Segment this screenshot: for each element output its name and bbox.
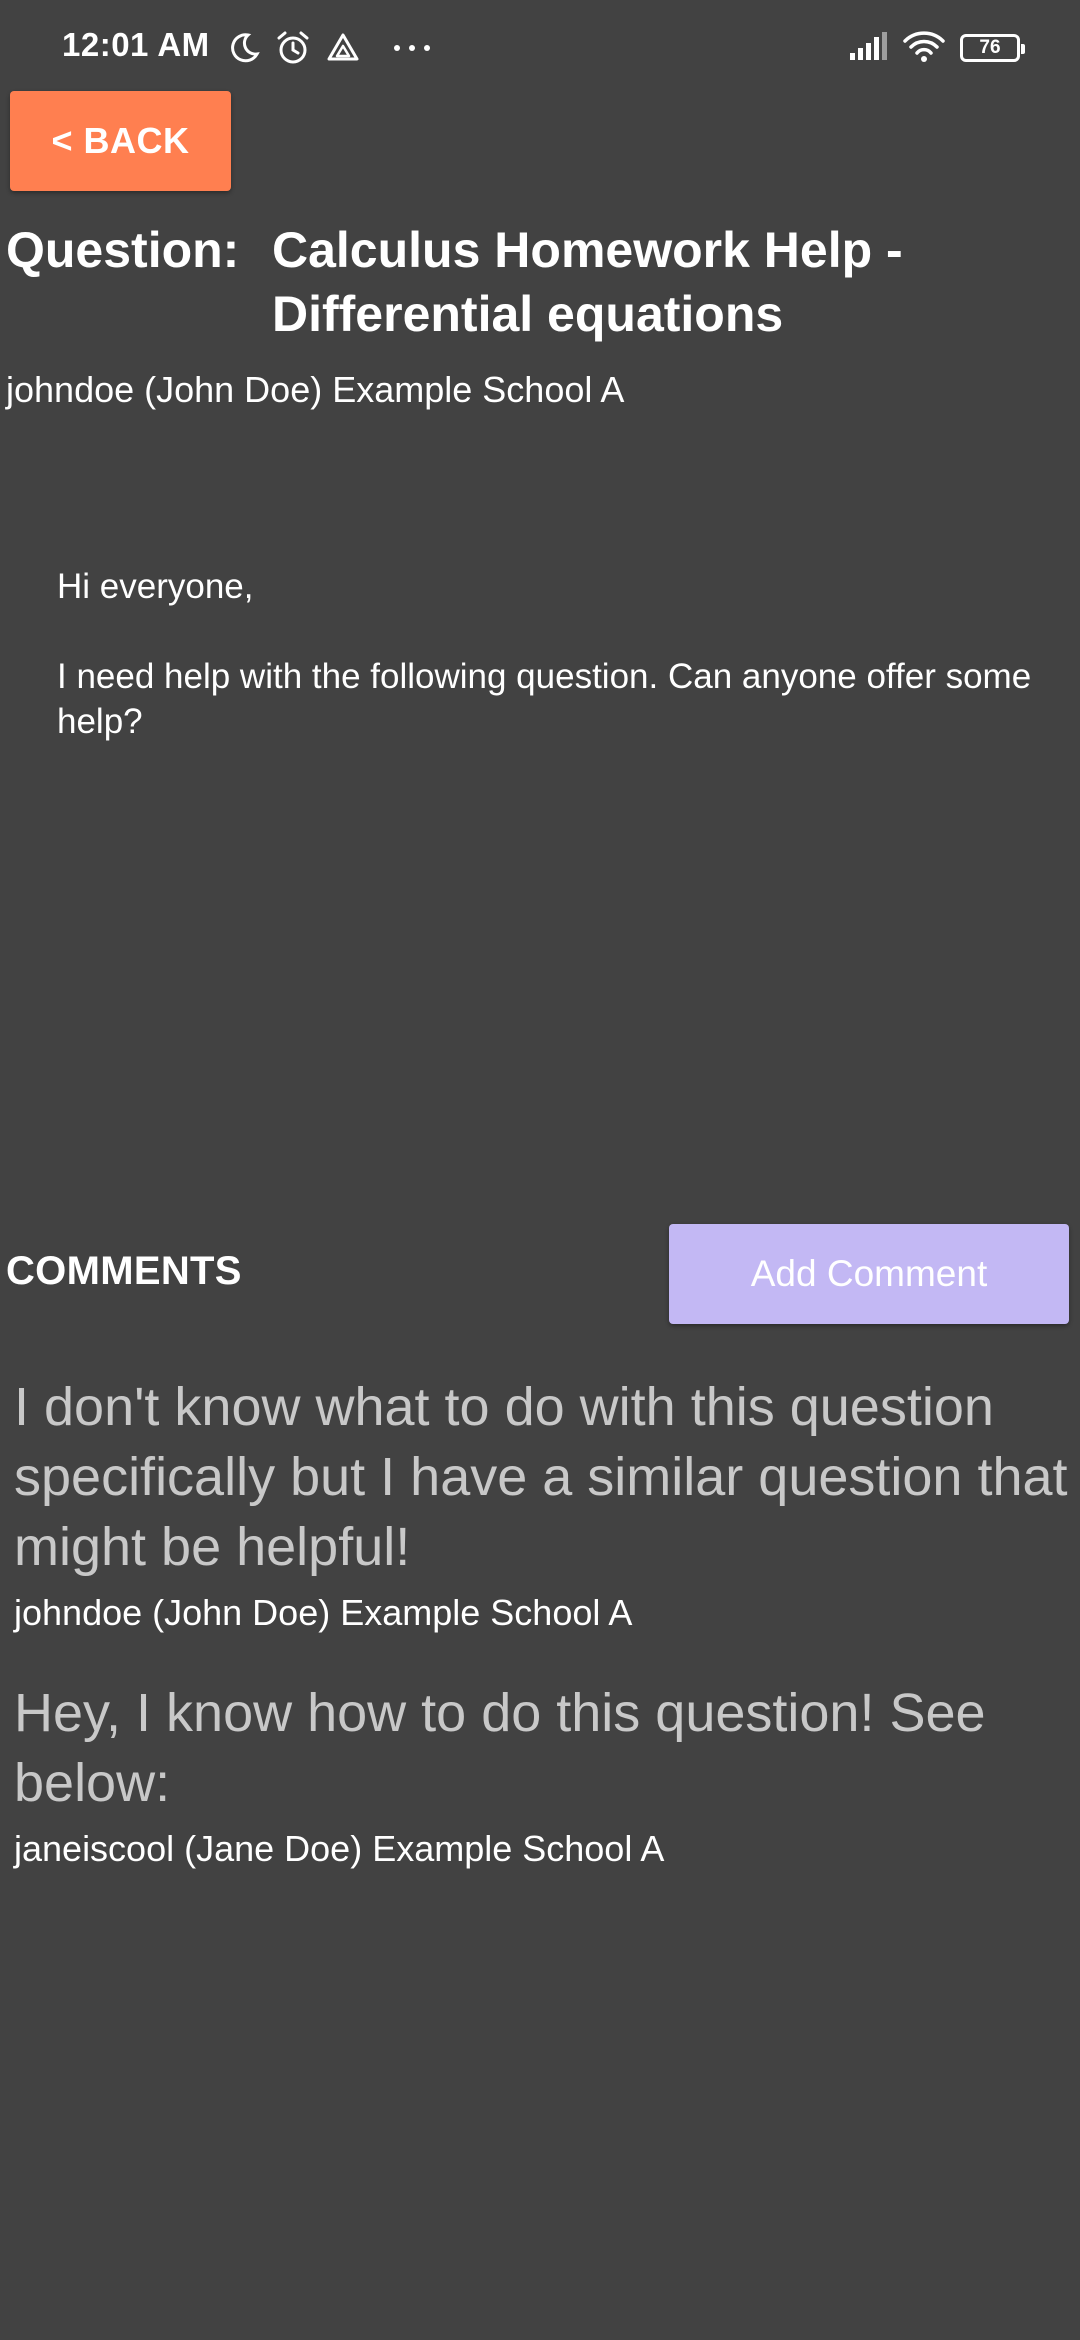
moon-icon [226,30,262,66]
comment-item: I don't know what to do with this questi… [14,1372,1074,1638]
question-label: Question: [6,222,240,278]
wifi-icon [902,29,946,68]
battery-icon: 76 [960,34,1025,62]
question-body-paragraph: I need help with the following question.… [57,657,1032,741]
signal-icon [848,31,888,66]
back-button[interactable]: < BACK [10,91,231,191]
status-time: 12:01 AM [62,26,210,63]
question-body-paragraph: Hi everyone, [57,567,254,606]
comment-author[interactable]: janeiscool (Jane Doe) Example School A [14,1824,1074,1874]
comment-text: Hey, I know how to do this question! See… [14,1683,986,1813]
comments-heading: COMMENTS [6,1249,242,1293]
question-body: Hi everyone, I need help with the follow… [57,564,1037,789]
comments-list: I don't know what to do with this questi… [14,1372,1074,1914]
more-dots-icon [392,42,432,54]
comment-item: Hey, I know how to do this question! See… [14,1678,1074,1874]
comment-text: I don't know what to do with this questi… [14,1377,1068,1577]
question-header: Question: Calculus Homework Help - Diffe… [6,218,1066,346]
alarm-icon [274,29,312,67]
question-author[interactable]: johndoe (John Doe) Example School A [6,366,624,414]
question-title: Calculus Homework Help - Differential eq… [272,222,903,342]
status-bar: 12:01 AM 76 [0,0,1080,92]
battery-level: 76 [979,37,1001,58]
drive-icon [324,30,362,66]
status-right-icons: 76 [848,26,1025,70]
add-comment-button[interactable]: Add Comment [669,1224,1069,1324]
status-left-icons [226,26,432,70]
comment-author[interactable]: johndoe (John Doe) Example School A [14,1588,1074,1638]
